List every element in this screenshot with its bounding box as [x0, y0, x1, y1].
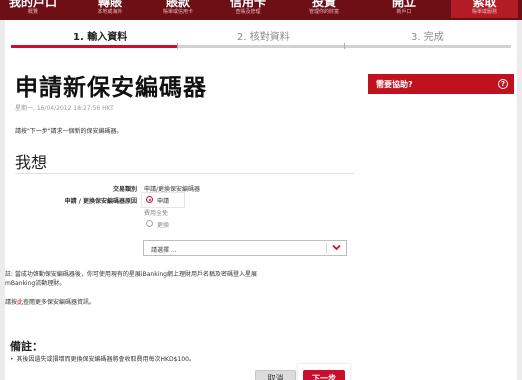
- bullet-icon: •: [10, 356, 14, 363]
- instruction-text: 請按"下一步"請求一個新的保安編碼器。: [15, 128, 123, 135]
- main-card: 1. 輸入資料 2. 核對資料 3. 完成 申請新保安編碼器 星期一, 16/0…: [5, 20, 517, 380]
- timestamp: 星期一, 16/04/2012 18:27:56 HKT: [15, 105, 114, 112]
- nav-item-transfer[interactable]: 轉賬 本地或海外: [82, 0, 138, 18]
- radio-apply[interactable]: 申請: [144, 195, 182, 205]
- note-mbanking: 註: 當成功啓動保安編碼器後，你可使用現有的星展iBanking網上理財用戶名稱…: [5, 270, 257, 288]
- remarks-title: 備註：: [10, 340, 43, 353]
- nav-item-label: 信用卡: [229, 0, 266, 9]
- note-more-suffix: 查閱更多保安編碼器資訊。: [23, 299, 96, 306]
- chevron-down-icon[interactable]: [326, 240, 346, 256]
- reason-label: 申請 / 更換保安編碼器原因: [64, 198, 137, 205]
- reason-select[interactable]: 請選擇 ...: [143, 240, 347, 256]
- nav-item-sub: 新戶口: [396, 9, 412, 15]
- nav-item-payments[interactable]: 賬款 賬單或信用卡: [150, 0, 206, 18]
- nav-item-my-accounts[interactable]: 我的戶口 概覽: [4, 0, 62, 18]
- step-progress-fill: [11, 45, 177, 48]
- reason-select-value: 請選擇 ...: [151, 247, 177, 254]
- next-button[interactable]: 下一步: [303, 370, 345, 380]
- step-3-complete: 3. 完成: [411, 32, 444, 43]
- section-heading: 我想: [15, 153, 48, 172]
- transaction-type-label: 交易類別: [112, 186, 137, 193]
- radio-replace-circle[interactable]: [146, 220, 153, 227]
- cancel-button[interactable]: 取消: [255, 370, 296, 380]
- nav-item-sub: 賬單或服務: [471, 9, 497, 15]
- section-divider: [15, 173, 355, 174]
- help-label: 需要協助?: [376, 80, 413, 89]
- nav-item-label: 轉賬: [97, 0, 122, 9]
- note-line-1: 註: 當成功啓動保安編碼器後，你可使用現有的星展iBanking網上理財用戶名稱…: [5, 271, 257, 278]
- note-more-prefix: 請按: [5, 299, 18, 306]
- nav-item-credit-card[interactable]: 信用卡 查賬及管理: [220, 0, 276, 18]
- page-title: 申請新保安編碼器: [15, 75, 207, 101]
- nav-item-investment[interactable]: 投資 管理你的財富: [294, 0, 354, 18]
- nav-item-sub: 本地或海外: [97, 9, 123, 15]
- step-divider: [177, 43, 178, 49]
- step-divider: [344, 43, 345, 49]
- nav-item-label: 投資: [311, 0, 336, 9]
- radio-replace[interactable]: 更換: [144, 219, 182, 229]
- nav-item-sub: 管理你的財富: [308, 9, 339, 15]
- next-button-highlight: 下一步: [298, 364, 350, 380]
- nav-item-label: 索取: [472, 0, 497, 9]
- radio-apply-label: 申請: [157, 198, 170, 205]
- transaction-type-value: 申請/更換保安編碼器: [144, 186, 201, 193]
- radio-apply-circle[interactable]: [146, 196, 153, 203]
- top-nav: 我的戶口 概覽 轉賬 本地或海外 賬款 賬單或信用卡 信用卡 查賬及管理 投資 …: [0, 0, 522, 20]
- note-line-2: mBanking流動理財。: [5, 280, 66, 287]
- nav-item-label: 我的戶口: [8, 0, 57, 9]
- step-2-verify: 2. 核對資料: [237, 32, 290, 43]
- note-more-info: 請按此查閱更多保安編碼器資訊。: [5, 298, 95, 307]
- remark-text: 其後因遺失或損壞而更換保安編碼器將會收取費用每次HKD$100。: [16, 356, 195, 363]
- fee-note: 費用全免: [144, 210, 169, 217]
- step-indicator: 1. 輸入資料 2. 核對資料 3. 完成: [11, 25, 511, 51]
- help-panel[interactable]: 需要協助? ?: [368, 74, 514, 94]
- help-circle-icon[interactable]: ?: [498, 79, 508, 89]
- nav-item-request[interactable]: 索取 賬單或服務: [451, 0, 518, 18]
- nav-item-label: 賬款: [165, 0, 190, 9]
- nav-item-sub: 查賬及管理: [235, 9, 261, 15]
- nav-item-sub: 賬單或信用卡: [162, 9, 193, 15]
- radio-replace-label: 更換: [157, 222, 170, 229]
- nav-item-sub: 概覽: [27, 9, 38, 15]
- step-progress-bar: [11, 43, 511, 49]
- nav-item-open-account[interactable]: 開立 新戶口: [380, 0, 428, 18]
- nav-item-label: 開立: [391, 0, 416, 9]
- remark-item: • 其後因遺失或損壞而更換保安編碼器將會收取費用每次HKD$100。: [10, 354, 195, 363]
- step-1-input: 1. 輸入資料: [73, 32, 128, 43]
